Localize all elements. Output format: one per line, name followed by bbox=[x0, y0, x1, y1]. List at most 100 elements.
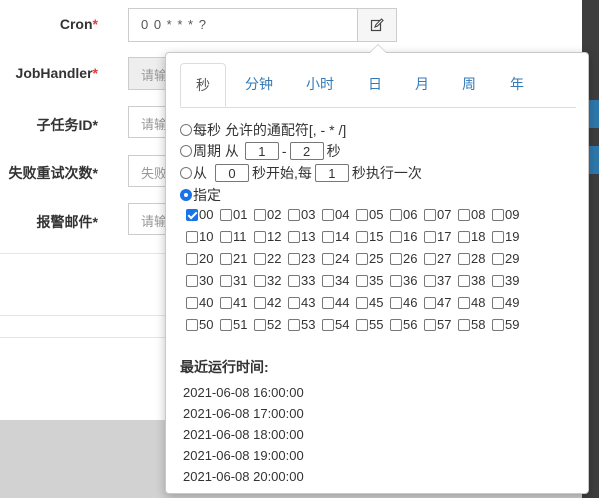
second-checkbox-48[interactable]: 48 bbox=[458, 295, 485, 310]
option-every-second[interactable]: 每秒 允许的通配符[, - * /] bbox=[180, 120, 346, 140]
second-checkbox-31[interactable]: 31 bbox=[220, 273, 247, 288]
checkbox[interactable] bbox=[254, 318, 266, 331]
checkbox[interactable] bbox=[424, 230, 436, 243]
checkbox[interactable] bbox=[288, 274, 300, 287]
second-checkbox-12[interactable]: 12 bbox=[254, 229, 281, 244]
checkbox[interactable] bbox=[186, 252, 198, 265]
checkbox[interactable] bbox=[186, 208, 198, 221]
checkbox[interactable] bbox=[288, 230, 300, 243]
checkbox[interactable] bbox=[186, 318, 198, 331]
tab-day[interactable]: 日 bbox=[358, 63, 392, 106]
second-checkbox-39[interactable]: 39 bbox=[492, 273, 519, 288]
checkbox[interactable] bbox=[492, 252, 504, 265]
checkbox[interactable] bbox=[458, 230, 470, 243]
second-checkbox-53[interactable]: 53 bbox=[288, 317, 315, 332]
checkbox[interactable] bbox=[424, 208, 436, 221]
tab-year[interactable]: 年 bbox=[500, 63, 534, 106]
second-checkbox-10[interactable]: 10 bbox=[186, 229, 213, 244]
second-checkbox-23[interactable]: 23 bbox=[288, 251, 315, 266]
cycle-from-input[interactable]: 1 bbox=[244, 142, 279, 160]
second-checkbox-59[interactable]: 59 bbox=[492, 317, 519, 332]
checkbox[interactable] bbox=[492, 318, 504, 331]
checkbox[interactable] bbox=[390, 208, 402, 221]
second-checkbox-32[interactable]: 32 bbox=[254, 273, 281, 288]
tab-minute[interactable]: 分钟 bbox=[235, 63, 283, 106]
checkbox[interactable] bbox=[322, 252, 334, 265]
radio-specify[interactable] bbox=[180, 189, 192, 201]
second-checkbox-09[interactable]: 09 bbox=[492, 207, 519, 222]
option-specify[interactable]: 指定 bbox=[180, 185, 221, 205]
step-input[interactable]: 1 bbox=[314, 164, 349, 182]
second-checkbox-50[interactable]: 50 bbox=[186, 317, 213, 332]
checkbox[interactable] bbox=[288, 296, 300, 309]
second-checkbox-08[interactable]: 08 bbox=[458, 207, 485, 222]
second-checkbox-58[interactable]: 58 bbox=[458, 317, 485, 332]
cron-edit-button[interactable] bbox=[357, 8, 397, 42]
second-checkbox-34[interactable]: 34 bbox=[322, 273, 349, 288]
second-checkbox-03[interactable]: 03 bbox=[288, 207, 315, 222]
second-checkbox-30[interactable]: 30 bbox=[186, 273, 213, 288]
checkbox[interactable] bbox=[322, 296, 334, 309]
second-checkbox-04[interactable]: 04 bbox=[322, 207, 349, 222]
second-checkbox-14[interactable]: 14 bbox=[322, 229, 349, 244]
checkbox[interactable] bbox=[356, 252, 368, 265]
checkbox[interactable] bbox=[322, 230, 334, 243]
checkbox[interactable] bbox=[492, 208, 504, 221]
checkbox[interactable] bbox=[254, 230, 266, 243]
second-checkbox-51[interactable]: 51 bbox=[220, 317, 247, 332]
second-checkbox-38[interactable]: 38 bbox=[458, 273, 485, 288]
checkbox[interactable] bbox=[356, 230, 368, 243]
second-checkbox-57[interactable]: 57 bbox=[424, 317, 451, 332]
second-checkbox-11[interactable]: 11 bbox=[220, 229, 247, 244]
second-checkbox-42[interactable]: 42 bbox=[254, 295, 281, 310]
second-checkbox-22[interactable]: 22 bbox=[254, 251, 281, 266]
checkbox[interactable] bbox=[288, 208, 300, 221]
checkbox[interactable] bbox=[458, 318, 470, 331]
checkbox[interactable] bbox=[390, 252, 402, 265]
second-checkbox-05[interactable]: 05 bbox=[356, 207, 383, 222]
second-checkbox-00[interactable]: 00 bbox=[186, 207, 213, 222]
radio-start[interactable] bbox=[180, 167, 192, 179]
second-checkbox-26[interactable]: 26 bbox=[390, 251, 417, 266]
second-checkbox-52[interactable]: 52 bbox=[254, 317, 281, 332]
checkbox[interactable] bbox=[322, 274, 334, 287]
second-checkbox-55[interactable]: 55 bbox=[356, 317, 383, 332]
second-checkbox-01[interactable]: 01 bbox=[220, 207, 247, 222]
option-cycle[interactable]: 周期 从 1 - 2 秒 bbox=[180, 141, 341, 161]
second-checkbox-41[interactable]: 41 bbox=[220, 295, 247, 310]
second-checkbox-28[interactable]: 28 bbox=[458, 251, 485, 266]
second-checkbox-35[interactable]: 35 bbox=[356, 273, 383, 288]
second-checkbox-21[interactable]: 21 bbox=[220, 251, 247, 266]
checkbox[interactable] bbox=[220, 208, 232, 221]
checkbox[interactable] bbox=[458, 296, 470, 309]
checkbox[interactable] bbox=[492, 230, 504, 243]
checkbox[interactable] bbox=[288, 252, 300, 265]
radio-cycle[interactable] bbox=[180, 145, 192, 157]
checkbox[interactable] bbox=[220, 230, 232, 243]
checkbox[interactable] bbox=[424, 318, 436, 331]
option-start-every[interactable]: 从 0 秒开始,每 1 秒执行一次 bbox=[180, 163, 422, 183]
checkbox[interactable] bbox=[356, 208, 368, 221]
checkbox[interactable] bbox=[356, 274, 368, 287]
checkbox[interactable] bbox=[322, 318, 334, 331]
checkbox[interactable] bbox=[322, 208, 334, 221]
checkbox[interactable] bbox=[390, 230, 402, 243]
cron-input[interactable]: 0 0 * * * ? bbox=[128, 8, 358, 42]
checkbox[interactable] bbox=[424, 252, 436, 265]
checkbox[interactable] bbox=[220, 296, 232, 309]
second-checkbox-43[interactable]: 43 bbox=[288, 295, 315, 310]
tab-month[interactable]: 月 bbox=[405, 63, 439, 106]
checkbox[interactable] bbox=[220, 252, 232, 265]
second-checkbox-19[interactable]: 19 bbox=[492, 229, 519, 244]
checkbox[interactable] bbox=[356, 318, 368, 331]
second-checkbox-17[interactable]: 17 bbox=[424, 229, 451, 244]
second-checkbox-29[interactable]: 29 bbox=[492, 251, 519, 266]
checkbox[interactable] bbox=[288, 318, 300, 331]
second-checkbox-15[interactable]: 15 bbox=[356, 229, 383, 244]
second-checkbox-33[interactable]: 33 bbox=[288, 273, 315, 288]
checkbox[interactable] bbox=[186, 296, 198, 309]
checkbox[interactable] bbox=[390, 274, 402, 287]
checkbox[interactable] bbox=[492, 274, 504, 287]
second-checkbox-49[interactable]: 49 bbox=[492, 295, 519, 310]
checkbox[interactable] bbox=[356, 296, 368, 309]
